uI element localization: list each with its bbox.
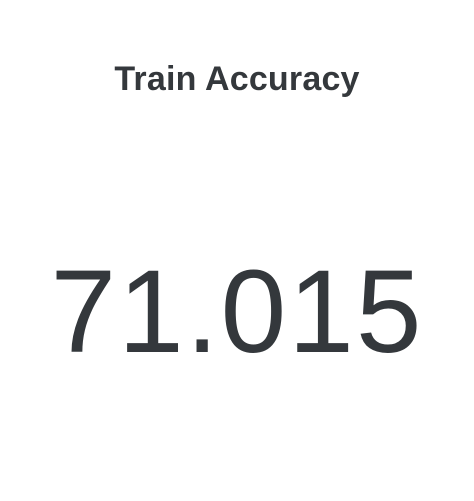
stat-panel: Train Accuracy 71.015 bbox=[0, 0, 474, 501]
stat-value: 71.015 bbox=[50, 246, 424, 378]
stat-title: Train Accuracy bbox=[114, 60, 360, 98]
